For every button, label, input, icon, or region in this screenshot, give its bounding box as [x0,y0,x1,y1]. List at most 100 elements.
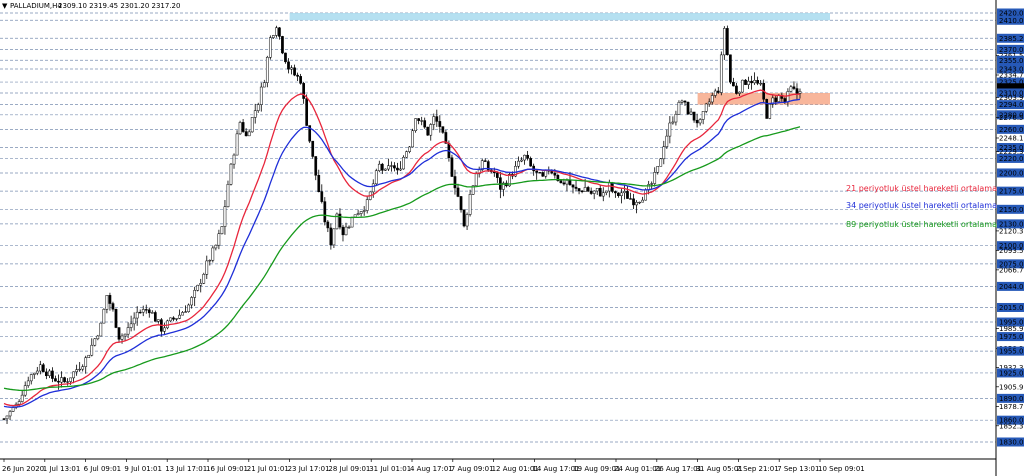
candle-body [202,274,206,284]
y-tick-label: 2355.00 [999,57,1024,65]
candle-body [677,102,681,115]
candle-body [329,227,333,246]
y-tick-label: 2175.00 [999,188,1024,196]
candle-body [783,98,787,103]
candle-body [402,156,405,170]
y-tick-label: 1985.92 [999,325,1024,333]
candle-body [235,133,239,156]
resistance-zone [289,13,831,21]
candle-body [38,364,42,372]
candle-body [244,131,248,137]
candle-body [120,335,124,340]
candle-body [408,146,411,152]
candle-body [374,170,378,185]
candle-body [48,370,51,377]
y-tick-label: 1852.32 [999,422,1024,430]
candle-body [393,165,396,169]
candle-body [453,176,457,189]
x-tick-label: 21 Jul 01:01 [247,465,289,473]
candle-body [108,295,112,304]
candle-body [517,160,520,167]
y-tick-label: 2294.00 [999,101,1024,109]
candle-body [250,117,254,133]
candle-body [635,201,638,206]
candle-body [414,118,417,131]
candle-body [196,284,200,291]
candle-body [786,91,790,103]
candle-body [175,318,178,320]
candle-body [278,27,281,37]
candle-body [208,259,212,262]
candle-body [305,98,309,126]
candle-body [332,228,336,246]
candle-body [468,194,472,215]
chart-header: ▼ PALLADIUM,H4 2309.10 2319.45 2301.20 2… [2,2,180,10]
x-tick-label: 28 Jul 09:01 [328,465,370,473]
candle-body [223,206,227,227]
candle-body [256,104,260,111]
candle-body [568,180,572,186]
candle-body [695,119,699,124]
candle-body [756,80,759,84]
candle-body [574,186,578,189]
candle-body [199,283,203,286]
y-tick-label: 2385.23 [999,35,1024,43]
candle-body [157,319,160,322]
candle-body [417,118,420,121]
candle-body [438,121,442,127]
candle-body [692,111,696,121]
price-chart[interactable]: 2420.002410.002385.232370.002361.532355.… [0,0,1024,476]
candle-body [405,151,408,158]
candle-body [726,28,729,56]
candle-body [178,314,181,319]
candle-body [741,79,744,93]
candle-body [347,226,351,229]
candle-body [614,191,617,194]
dropdown-arrow-icon[interactable]: ▼ [2,2,8,10]
candle-body [344,226,348,236]
candle-body [8,411,12,417]
candle-body [722,28,726,56]
candle-body [538,172,542,174]
y-tick-label: 2410.00 [999,17,1024,25]
candle-body [626,191,629,199]
candle-body [638,201,641,204]
candle-body [426,126,430,136]
candle-body [607,182,611,192]
candle-body [483,160,487,162]
candle-body [365,199,369,211]
candle-body [710,95,714,103]
candle-body [617,192,620,196]
candle-body [523,154,526,161]
candle-body [323,201,327,223]
candle-body [423,120,427,128]
candle-body [217,233,221,246]
candle-body [571,184,575,188]
candle-body [641,199,644,203]
candle-body [753,80,756,84]
x-tick-label: 13 Jul 17:01 [165,465,207,473]
candle-body [163,327,166,332]
y-tick-label: 2276.52 [999,114,1024,122]
y-tick-label: 2150.00 [999,206,1024,214]
y-tick-label: 2015.00 [999,304,1024,312]
candle-body [253,110,257,118]
candle-body [314,156,318,176]
candle-body [172,317,175,320]
candle-body [214,244,218,249]
candle-body [350,216,354,228]
candle-body [526,154,529,159]
candle-body [750,80,753,84]
candle-body [341,226,345,236]
x-tick-label: 23 Jul 17:01 [288,465,330,473]
candle-body [299,76,302,84]
candle-body [102,309,106,324]
candle-body [296,74,299,77]
candle-body [281,36,284,54]
candle-body [84,357,88,367]
candle-body [135,311,139,319]
candle-body [629,198,632,200]
legend-ema34: 34 periyotluk üstel hareketli ortalama [846,201,997,210]
candle-body [432,116,436,125]
candle-body [719,54,723,93]
